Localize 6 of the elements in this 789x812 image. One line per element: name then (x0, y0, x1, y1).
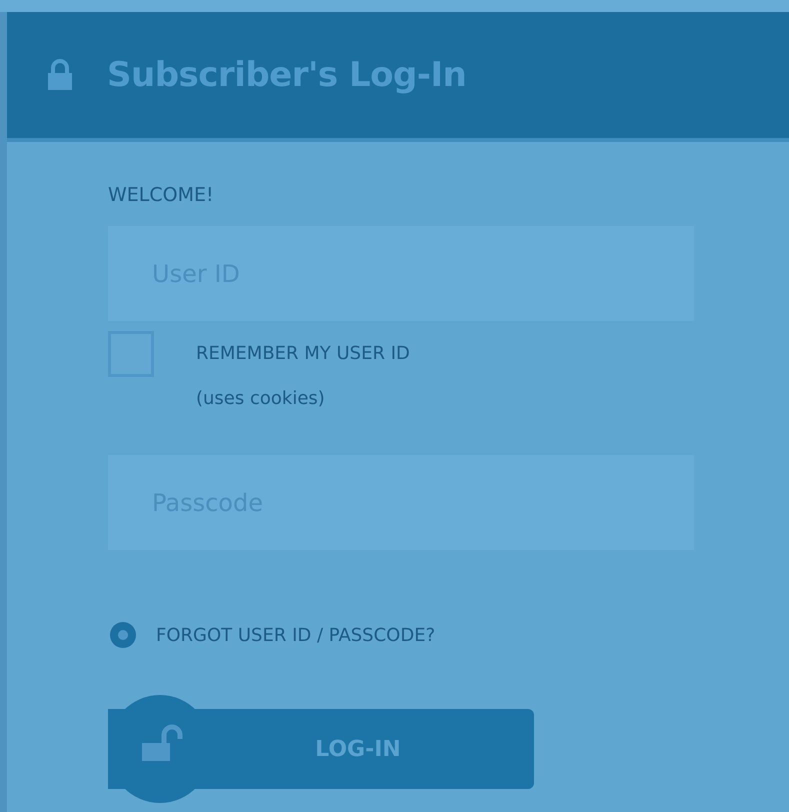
remember-label: REMEMBER MY USER ID (196, 343, 410, 364)
cookies-note: (uses cookies) (196, 388, 325, 409)
unlock-icon (140, 723, 184, 763)
lock-icon (47, 59, 73, 91)
welcome-text: WELCOME! (108, 184, 214, 206)
forgot-link[interactable]: FORGOT USER ID / PASSCODE? (156, 624, 436, 646)
